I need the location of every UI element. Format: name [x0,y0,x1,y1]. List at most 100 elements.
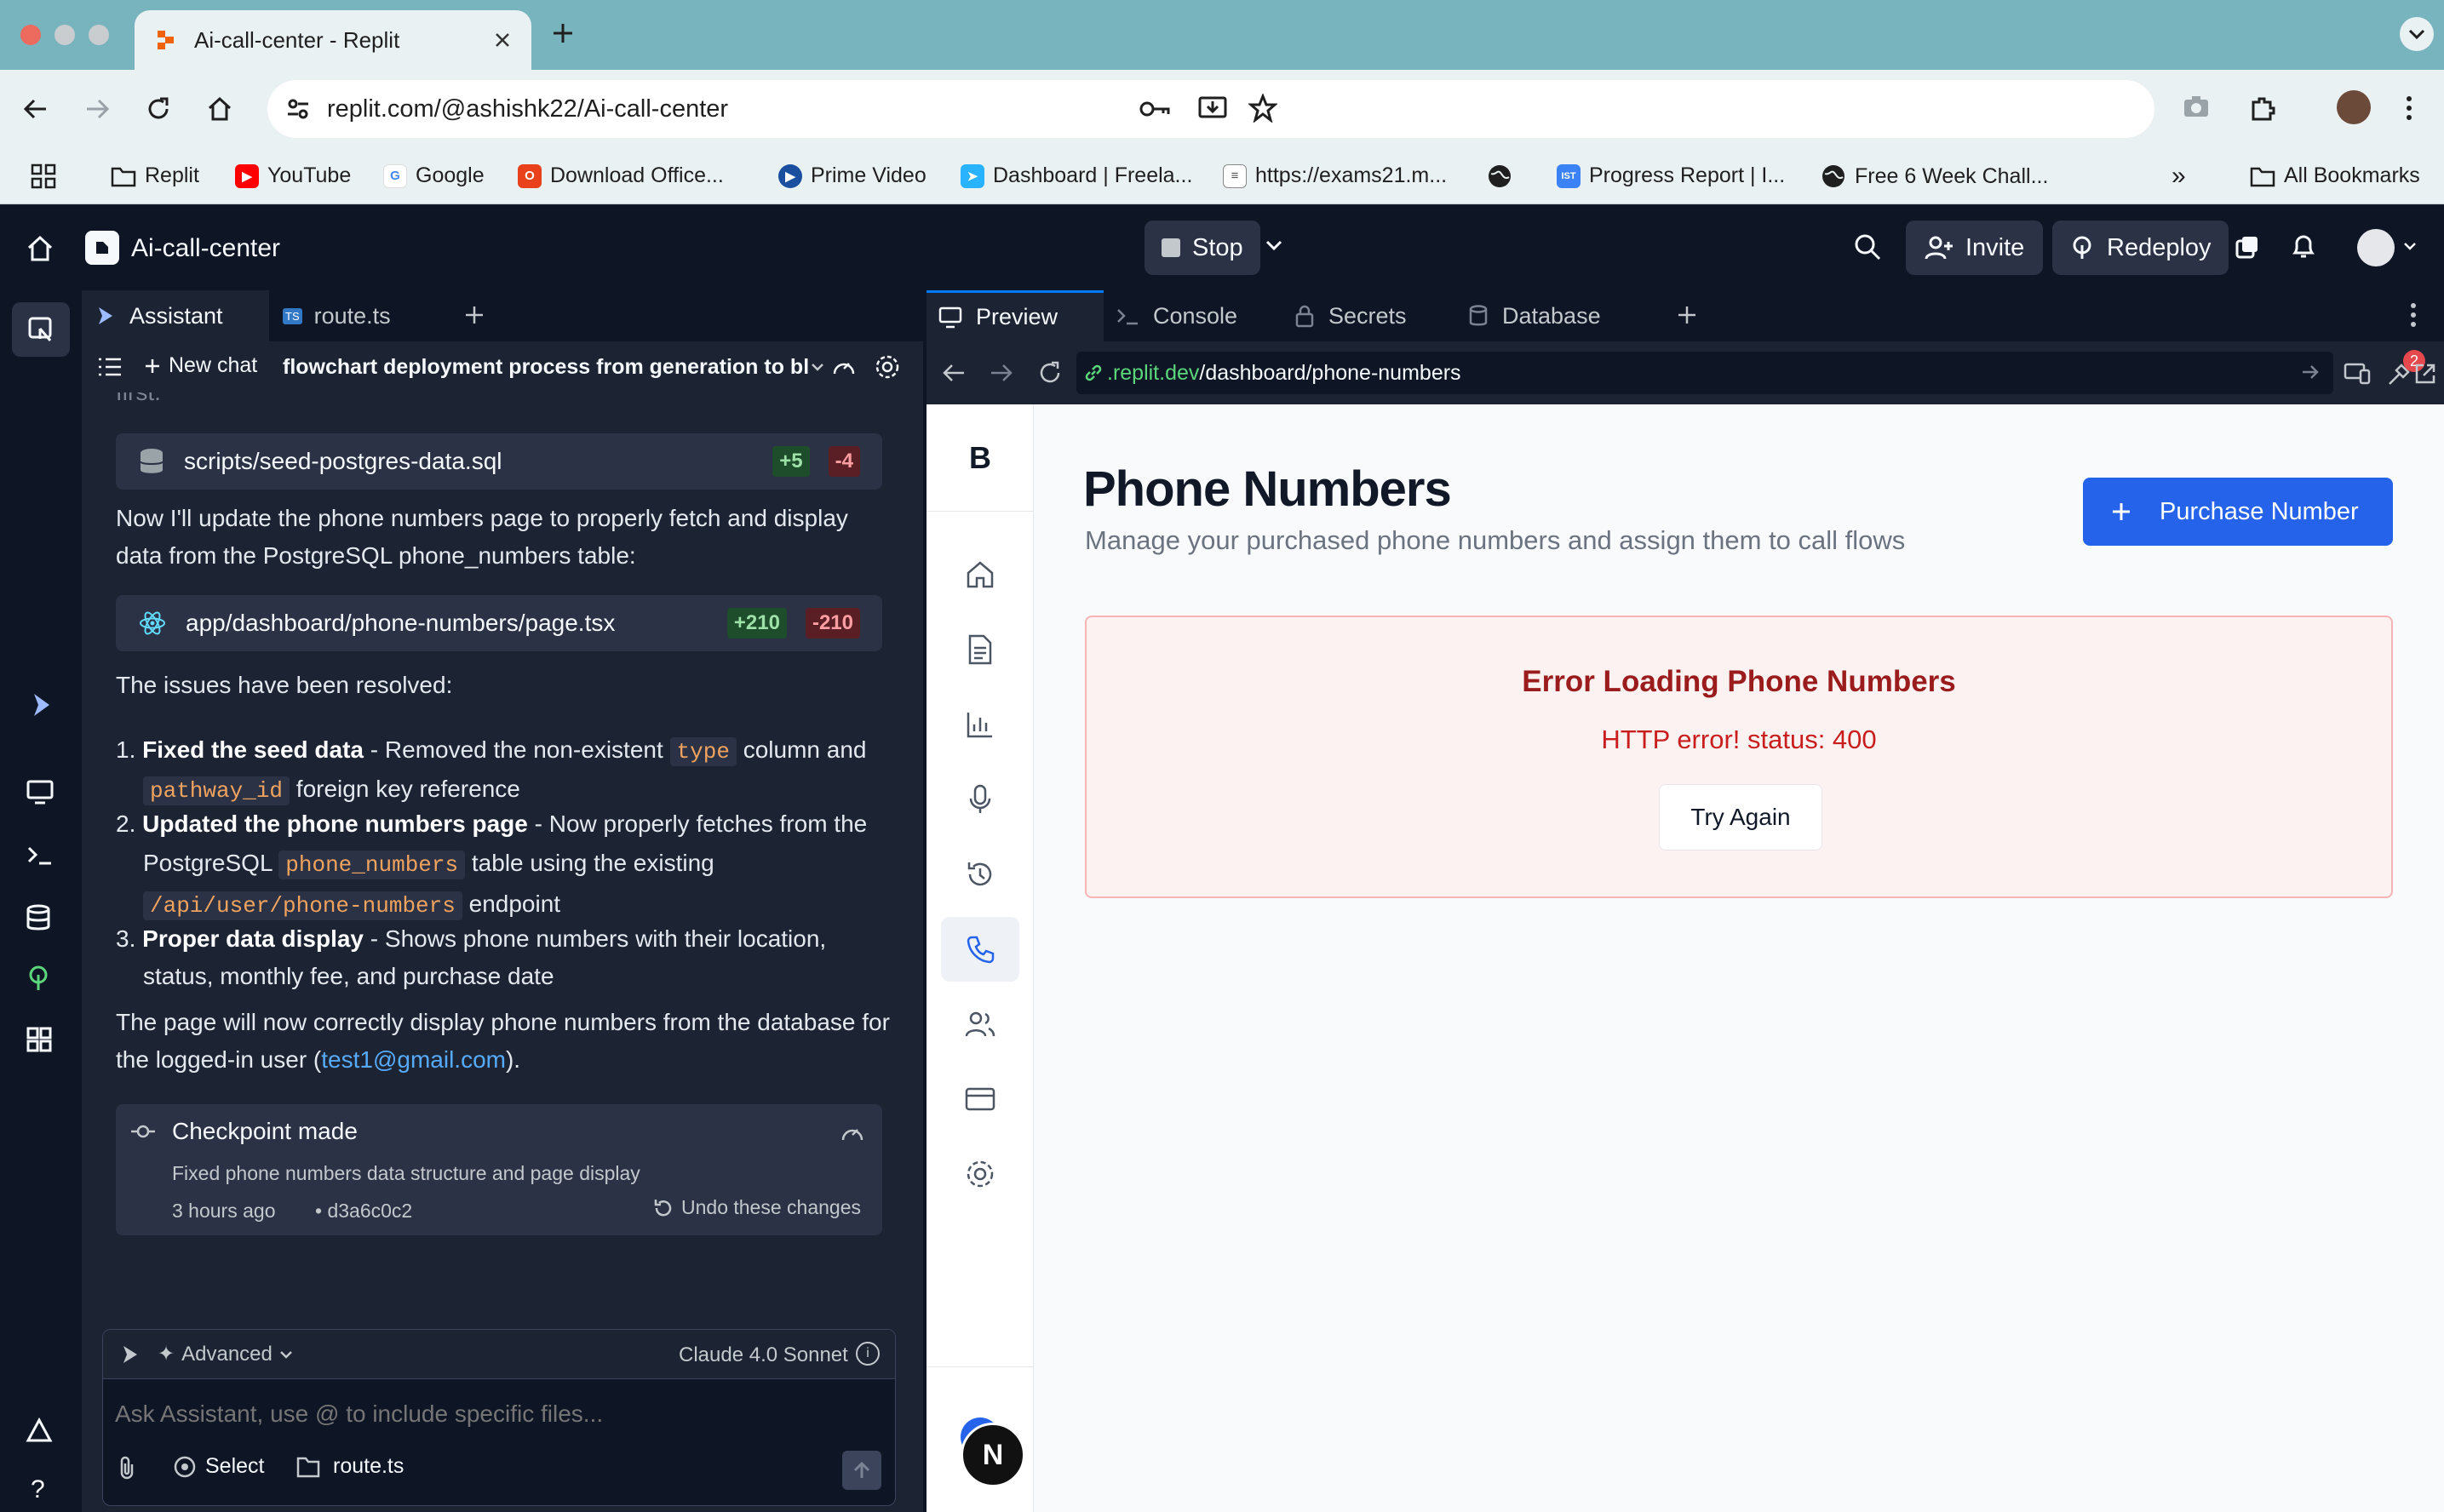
chat-history-icon[interactable] [97,357,123,377]
user-avatar[interactable] [2357,229,2395,266]
nav-analytics[interactable] [941,692,1019,757]
chat-input[interactable] [115,1393,881,1435]
nav-billing[interactable] [941,1067,1019,1131]
database-icon[interactable] [26,903,51,932]
settings-icon[interactable] [874,353,901,381]
bookmark-google[interactable]: G Google [383,163,485,188]
back-icon[interactable] [942,362,966,384]
user-avatar[interactable]: N [961,1423,1025,1487]
reload-icon[interactable] [1037,360,1063,386]
chevron-down-icon[interactable] [1265,239,1282,251]
chat-title[interactable]: flowchart deployment process from genera… [283,355,809,380]
tab-assistant[interactable]: Assistant [82,290,269,341]
gauge-icon[interactable] [840,1121,865,1145]
reload-icon[interactable] [145,95,172,123]
tab-search-icon[interactable] [2400,17,2434,51]
deployments-icon[interactable] [26,965,51,994]
bookmark-exams[interactable]: ≡ https://exams21.m... [1223,163,1447,188]
layout-icon[interactable] [2235,234,2260,260]
assistant-icon[interactable] [26,690,55,719]
stop-button[interactable]: Stop [1145,220,1260,275]
info-icon[interactable]: i [856,1342,880,1366]
chevron-down-icon[interactable] [811,362,824,372]
nav-documents[interactable] [941,617,1019,682]
home-icon[interactable] [206,95,233,123]
profile-avatar[interactable] [2337,90,2371,124]
tab-route-ts[interactable]: TS route.ts [283,290,391,341]
redeploy-button[interactable]: Redeploy [2052,220,2229,275]
mode-selector[interactable]: ✦ Advanced [158,1342,293,1366]
forward-icon[interactable] [83,95,111,123]
tab-database[interactable]: Database [1468,290,1601,341]
alert-icon[interactable] [26,1418,53,1445]
bookmark-star-icon[interactable] [1248,94,1277,123]
nav-voice[interactable] [941,767,1019,832]
console-icon[interactable] [26,842,55,868]
invite-button[interactable]: Invite [1906,220,2044,275]
close-window-button[interactable] [20,25,41,45]
app-logo[interactable]: B [927,404,1034,512]
address-bar[interactable]: replit.com/@ashishk22/Ai-call-center [267,80,2154,138]
nav-settings[interactable] [941,1142,1019,1206]
password-key-icon[interactable] [1138,95,1172,123]
nav-users[interactable] [941,992,1019,1057]
preview-url-input[interactable]: .replit.dev/dashboard/phone-numbers [1076,352,2333,394]
file-change-card[interactable]: scripts/seed-postgres-data.sql +5 -4 [116,433,882,490]
new-chat-button[interactable]: New chat [143,353,257,378]
open-new-window-icon[interactable] [2413,362,2437,386]
context-file-chip[interactable]: route.ts [295,1454,404,1479]
undo-changes-button[interactable]: Undo these changes [652,1196,861,1219]
project-name[interactable]: Ai-call-center [131,234,280,263]
nav-home[interactable] [941,542,1019,607]
bookmark-progress-report[interactable]: IST Progress Report | I... [1557,163,1785,188]
nav-phone-numbers[interactable] [941,917,1019,982]
nav-history[interactable] [941,842,1019,907]
tab-secrets[interactable]: Secrets [1294,290,1407,341]
bookmark-freelancer[interactable]: ➤ Dashboard | Freela... [961,163,1192,188]
close-tab-icon[interactable] [494,32,511,49]
all-bookmarks[interactable]: All Bookmarks [2250,163,2420,188]
go-arrow-icon[interactable] [2301,364,2320,381]
browser-tab[interactable]: Ai-call-center - Replit [135,10,531,70]
more-bookmarks-icon[interactable]: » [2171,162,2186,191]
email-link[interactable]: test1@gmail.com [321,1046,506,1073]
bell-icon[interactable] [2291,232,2316,261]
home-icon[interactable] [26,234,55,263]
add-tab-icon[interactable] [463,304,485,326]
new-tab-icon[interactable] [550,20,576,46]
install-app-icon[interactable] [1197,94,1228,123]
select-element-button[interactable]: Select [173,1454,264,1479]
bookmark-youtube[interactable]: ▶ YouTube [235,163,351,188]
globe-icon[interactable] [1487,163,1512,189]
bookmark-prime-video[interactable]: ▶ Prime Video [778,163,927,188]
maximize-window-button[interactable] [89,25,109,45]
camera-icon[interactable] [2182,94,2211,119]
tab-preview[interactable]: Preview [927,290,1104,341]
search-icon[interactable] [1853,232,1882,261]
gauge-icon[interactable] [831,355,857,379]
files-icon[interactable] [12,302,70,357]
file-change-card[interactable]: app/dashboard/phone-numbers/page.tsx +21… [116,595,882,651]
more-options-icon[interactable] [2410,302,2417,328]
bookmark-free-challenge[interactable]: Free 6 Week Chall... [1821,163,2048,189]
preview-icon[interactable] [26,779,55,805]
apps-grid-icon[interactable] [31,163,56,189]
tab-console[interactable]: Console [1116,290,1237,341]
model-selector[interactable]: Claude 4.0 Sonnet [679,1343,848,1367]
send-button[interactable] [842,1451,881,1490]
forward-icon[interactable] [990,362,1013,384]
add-tab-icon[interactable] [1676,304,1698,326]
back-icon[interactable] [22,95,49,123]
all-tools-icon[interactable] [26,1026,53,1053]
site-info-icon[interactable] [284,95,312,123]
purchase-number-button[interactable]: Purchase Number [2083,478,2393,546]
extensions-icon[interactable] [2248,94,2277,123]
devices-icon[interactable] [2344,362,2371,386]
help-icon[interactable]: ? [31,1475,45,1504]
bookmark-replit[interactable]: Replit [111,163,199,188]
chevron-down-icon[interactable] [2403,241,2417,251]
bookmark-office[interactable]: O Download Office... [518,163,724,188]
minimize-window-button[interactable] [55,25,75,45]
browser-menu-icon[interactable] [2405,95,2413,121]
try-again-button[interactable]: Try Again [1659,784,1822,850]
